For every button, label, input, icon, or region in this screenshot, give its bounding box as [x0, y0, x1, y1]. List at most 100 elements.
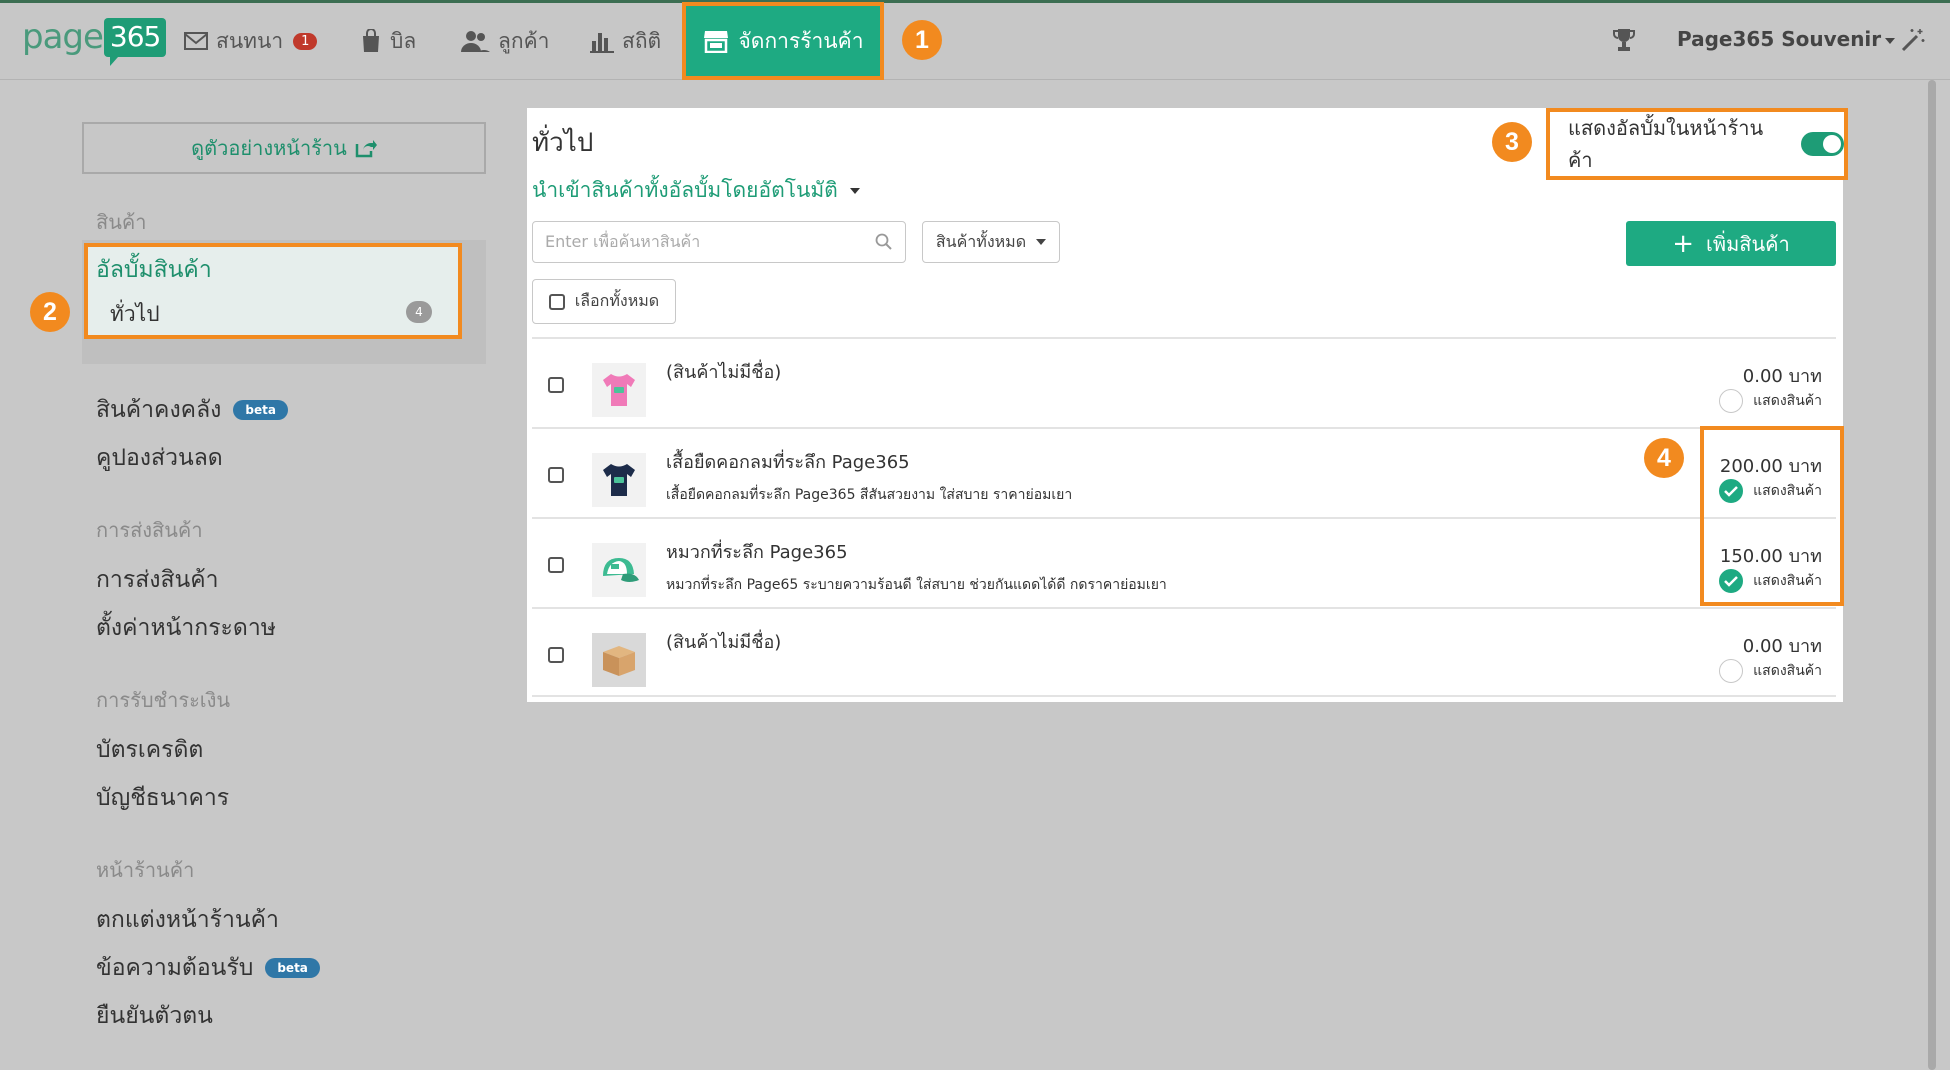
album-count-badge: 4	[406, 301, 432, 323]
select-all-checkbox[interactable]	[548, 293, 565, 310]
chart-icon	[590, 33, 614, 53]
show-product-toggle[interactable]: แสดงสินค้า	[1719, 389, 1822, 413]
logo-bubble: 365	[103, 17, 167, 66]
callout-3: 3	[1492, 122, 1532, 162]
search-input[interactable]: Enter เพื่อค้นหาสินค้า	[532, 221, 906, 263]
sidebar-item-credit-card[interactable]: บัตรเครดิต	[96, 732, 203, 768]
preview-button-label: ดูตัวอย่างหน้าร้าน	[191, 136, 347, 160]
nav-customers[interactable]: ลูกค้า	[460, 21, 549, 61]
product-list: (สินค้าไม่มีชื่อ) 0.00 บาท แสดงสินค้า เส…	[532, 337, 1836, 697]
welcome-label: ข้อความต้อนรับ	[96, 955, 254, 981]
nav-customers-label: ลูกค้า	[498, 28, 550, 53]
section-products: สินค้า	[96, 210, 147, 234]
page-scrollbar[interactable]	[1928, 80, 1936, 1070]
plus-icon: +	[1672, 228, 1695, 259]
show-product-toggle[interactable]: แสดงสินค้า	[1719, 659, 1822, 683]
users-icon	[461, 31, 490, 52]
nav-stats[interactable]: สถิติ	[590, 21, 661, 61]
table-row[interactable]: (สินค้าไม่มีชื่อ) 0.00 บาท แสดงสินค้า	[532, 337, 1836, 427]
page365-logo[interactable]: page 365	[22, 17, 167, 66]
store-name: Page365 Souvenir	[1677, 27, 1882, 51]
row-checkbox[interactable]	[548, 647, 564, 663]
chevron-down-icon	[1885, 37, 1896, 44]
show-product-label: แสดงสินค้า	[1753, 393, 1822, 409]
nav-store-label: จัดการร้านค้า	[738, 28, 864, 53]
section-storefront: หน้าร้านค้า	[96, 858, 195, 882]
logo-text: page	[22, 17, 104, 57]
callout-1: 1	[902, 20, 942, 60]
external-link-icon	[355, 140, 377, 158]
unchecked-circle-icon	[1719, 389, 1744, 413]
section-payment: การรับชำระเงิน	[96, 688, 231, 712]
trophy-icon[interactable]	[1612, 27, 1636, 53]
nav-bill[interactable]: บิล	[360, 21, 416, 61]
product-name[interactable]: เสื้อยืดคอกลมที่ระลึก Page365	[666, 447, 910, 476]
add-product-label: เพิ่มสินค้า	[1706, 231, 1790, 256]
callout-2: 2	[30, 292, 70, 332]
sidebar-item-stock[interactable]: สินค้าคงคลัง beta	[96, 392, 288, 428]
nav-stats-label: สถิติ	[622, 28, 662, 53]
add-product-button[interactable]: + เพิ่มสินค้า	[1626, 221, 1836, 266]
row-checkbox[interactable]	[548, 557, 564, 573]
product-description: เสื้อยืดคอกลมที่ระลึก Page365 สีสันสวยงา…	[666, 487, 1073, 503]
row-checkbox[interactable]	[548, 377, 564, 393]
beta-badge: beta	[233, 400, 288, 420]
nav-store-management[interactable]: จัดการร้านค้า	[682, 2, 884, 80]
product-description: หมวกที่ระลึก Page65 ระบายความร้อนดี ใส่ส…	[666, 577, 1167, 593]
product-name[interactable]: หมวกที่ระลึก Page365	[666, 537, 848, 566]
sidebar-item-shipping[interactable]: การส่งสินค้า	[96, 562, 219, 598]
chevron-down-icon	[1036, 239, 1047, 245]
stock-label: สินค้าคงคลัง	[96, 397, 222, 423]
table-row[interactable]: (สินค้าไม่มีชื่อ) 0.00 บาท แสดงสินค้า	[532, 607, 1836, 697]
sidebar-item-bank-account[interactable]: บัญชีธนาคาร	[96, 780, 229, 816]
import-album-dropdown[interactable]: นำเข้าสินค้าทั้งอัลบั้มโดยอัตโนมัติ	[532, 174, 860, 207]
cap-icon	[592, 543, 646, 597]
album-general[interactable]: ทั่วไป	[110, 298, 160, 331]
preview-storefront-button[interactable]: ดูตัวอย่างหน้าร้าน	[82, 122, 486, 174]
sidebar-item-verify[interactable]: ยืนยันตัวตน	[96, 998, 213, 1034]
show-product-label: แสดงสินค้า	[1753, 663, 1822, 679]
sidebar-item-decorate[interactable]: ตกแต่งหน้าร้านค้า	[96, 902, 279, 938]
navy-shirt-icon	[592, 453, 646, 507]
select-all-label: เลือกทั้งหมด	[574, 291, 660, 310]
box-icon	[592, 633, 646, 687]
pink-shirt-icon	[592, 363, 646, 417]
product-price: 0.00 บาท	[1742, 636, 1822, 657]
chevron-down-icon	[849, 187, 860, 194]
table-row[interactable]: หมวกที่ระลึก Page365 หมวกที่ระลึก Page65…	[532, 517, 1836, 607]
sidebar-item-coupon[interactable]: คูปองส่วนลด	[96, 440, 223, 476]
bag-icon	[363, 29, 379, 52]
section-shipping: การส่งสินค้า	[96, 518, 203, 542]
table-row[interactable]: เสื้อยืดคอกลมที่ระลึก Page365 เสื้อยืดคอ…	[532, 427, 1836, 517]
nav-chat[interactable]: สนทนา 1	[184, 21, 318, 61]
toggle-label: แสดงอัลบั้มในหน้าร้านค้า	[1568, 116, 1764, 172]
search-placeholder: Enter เพื่อค้นหาสินค้า	[545, 231, 701, 251]
product-price: 0.00 บาท	[1742, 366, 1822, 387]
beta-badge: beta	[265, 958, 320, 978]
select-all-button[interactable]: เลือกทั้งหมด	[532, 279, 676, 324]
store-switcher[interactable]: Page365 Souvenir	[1677, 27, 1896, 51]
show-album-toggle-row: แสดงอัลบั้มในหน้าร้านค้า	[1546, 108, 1848, 180]
callout-4: 4	[1644, 438, 1684, 478]
product-name[interactable]: (สินค้าไม่มีชื่อ)	[666, 627, 781, 656]
search-icon	[875, 233, 892, 250]
product-name[interactable]: (สินค้าไม่มีชื่อ)	[666, 357, 781, 386]
magic-wand-icon[interactable]	[1900, 27, 1926, 53]
sidebar-item-paper[interactable]: ตั้งค่าหน้ากระดาษ	[96, 610, 276, 646]
filter-label: สินค้าทั้งหมด	[935, 231, 1027, 251]
product-filter-select[interactable]: สินค้าทั้งหมด	[922, 221, 1060, 263]
unchecked-circle-icon	[1719, 659, 1744, 683]
show-album-toggle[interactable]	[1800, 132, 1844, 156]
chat-unread-badge: 1	[293, 32, 318, 50]
album-title-link[interactable]: อัลบั้มสินค้า	[96, 252, 212, 288]
top-navbar: page 365 สนทนา 1 บิล ลูกค้า สถิติ Page36…	[0, 0, 1950, 80]
nav-bill-label: บิล	[390, 28, 417, 53]
import-link-label: นำเข้าสินค้าทั้งอัลบั้มโดยอัตโนมัติ	[532, 178, 838, 202]
sidebar-item-welcome[interactable]: ข้อความต้อนรับ beta	[96, 950, 320, 986]
price-visibility-highlight	[1700, 426, 1844, 606]
store-icon	[703, 31, 728, 53]
envelope-icon	[184, 32, 208, 50]
row-checkbox[interactable]	[548, 467, 564, 483]
nav-chat-label: สนทนา	[216, 28, 284, 53]
page-title: ทั่วไป	[532, 128, 594, 158]
